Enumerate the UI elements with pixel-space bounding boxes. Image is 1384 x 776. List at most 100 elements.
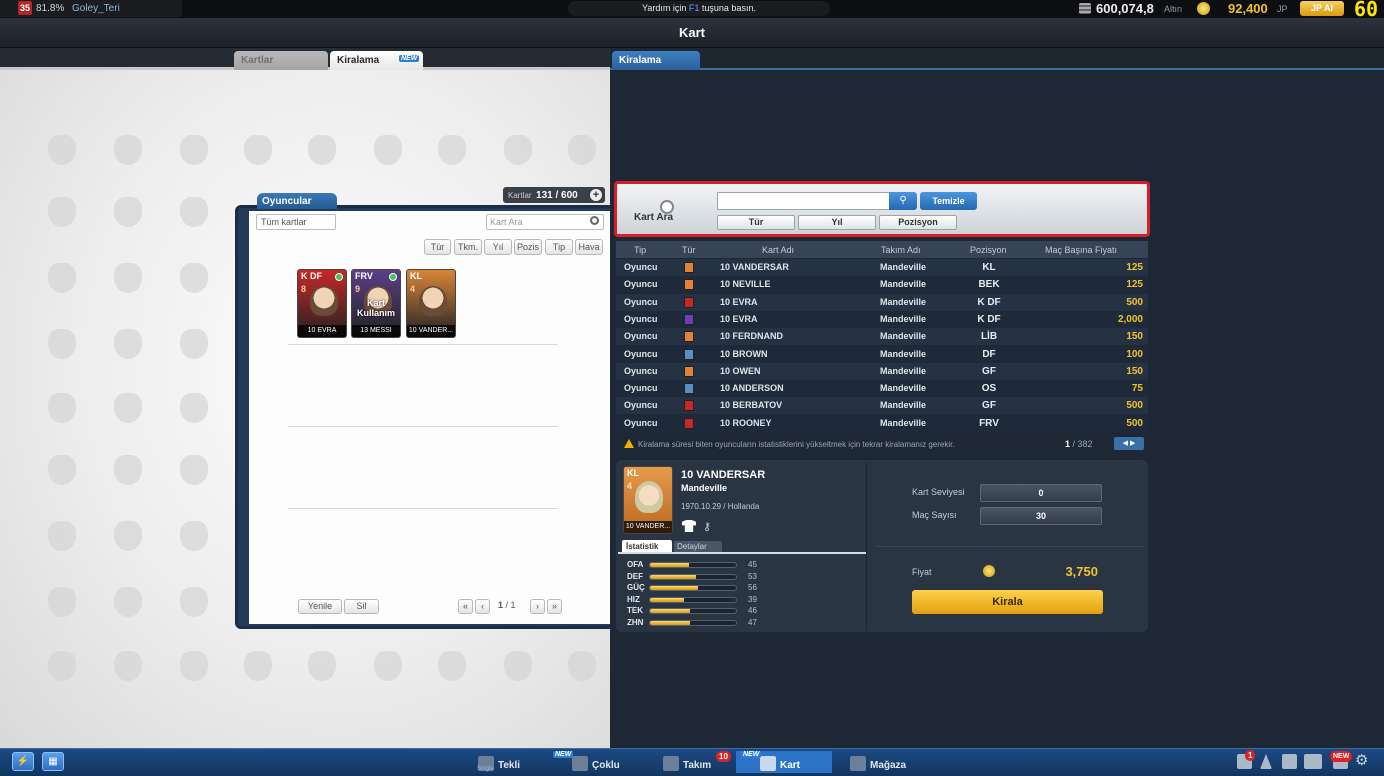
row-position: LİB [980,331,998,343]
divider [288,508,558,509]
rental-row[interactable]: Oyuncu 10 FERDNAND Mandeville LİB 150 [616,328,1148,346]
card-level-field[interactable]: 0 [980,484,1102,502]
row-position: DF [982,348,996,360]
rental-pager-arrows[interactable]: ◀ ▶ [1114,437,1144,450]
tab-cards[interactable]: Kartlar [234,51,328,70]
card-position: KL [410,271,422,281]
club-emblem-icon [114,329,142,359]
search-icon[interactable] [590,216,599,225]
nav-team-label: Takım [683,760,712,771]
stat-bar-fill [650,620,691,625]
next-page-icon[interactable]: › [530,599,545,614]
last-page-icon[interactable]: » [547,599,562,614]
rental-row[interactable]: Oyuncu 10 NEVILLE Mandeville BEK 125 [616,276,1148,294]
new-badge: NEW [741,751,762,758]
nav-team[interactable]: Takım [663,751,711,773]
calendar-icon[interactable]: ▦ [42,752,64,771]
search-button[interactable]: ⚲ [889,192,917,210]
jp-coin-icon [1197,2,1210,15]
sort-button[interactable]: Pozis [514,239,542,255]
nav-shop[interactable]: Mağaza [850,751,906,773]
prev-page-icon[interactable]: ‹ [475,599,490,614]
stat-label: DEF [627,571,643,581]
rental-row[interactable]: Oyuncu 10 EVRA Mandeville K DF 2,000 [616,310,1148,328]
club-emblem-icon [114,197,142,227]
club-emblem-icon [180,135,208,165]
add-slots-button[interactable]: + [590,189,602,201]
club-emblem-icon [180,393,208,423]
stat-label: TEK [627,606,643,615]
lightning-icon[interactable]: ⚡ [12,752,34,771]
header-position[interactable]: Pozisyon [970,245,1007,255]
club-emblem-icon [308,135,336,165]
card-number: 8 [301,284,307,294]
row-team: Mandeville [880,296,927,307]
card-type-dropdown[interactable]: Tüm kartlar [256,214,336,230]
header-type[interactable]: Tip [634,245,646,255]
jp-amount: 92,400 [1228,1,1268,16]
card-search-input[interactable]: Kart Ara [486,214,604,230]
chat-icon[interactable] [1282,754,1297,769]
sort-button[interactable]: Tkm. [454,239,482,255]
row-card-name: 10 ANDERSON [720,383,784,394]
refresh-button[interactable]: Yenile [298,599,342,614]
rental-row[interactable]: Oyuncu 10 VANDERSAR Mandeville KL 125 [616,259,1148,276]
player-card[interactable]: KL 4 10 VANDER... [406,269,456,338]
stat-value: 45 [748,560,757,569]
player-card[interactable]: FRV 9 Kart Kullanım 13 MESSI [351,269,401,338]
club-emblem-icon [180,587,208,617]
header-card-name[interactable]: Kart Adı [762,245,794,255]
rental-row[interactable]: Oyuncu 10 ANDERSON Mandeville OS 75 [616,380,1148,398]
card-name: 13 MESSI [352,325,400,337]
row-price: 500 [1126,296,1143,308]
delete-button[interactable]: Sil [344,599,379,614]
rental-row[interactable]: Oyuncu 10 EVRA Mandeville K DF 500 [616,293,1148,311]
detail-team-name: Mandeville [681,483,728,493]
rental-row[interactable]: Oyuncu 10 ROONEY Mandeville FRV 500 [616,414,1148,432]
header-team-name[interactable]: Takım Adı [881,245,921,255]
player-card[interactable]: K DF 8 10 EVRA [297,269,347,338]
rent-button[interactable]: Kirala [912,590,1103,614]
rental-row[interactable]: Oyuncu 10 BERBATOV Mandeville GF 500 [616,397,1148,415]
club-emblem-icon [114,521,142,551]
nav-card-label: Kart [780,760,801,771]
rental-row[interactable]: Oyuncu 10 BROWN Mandeville DF 100 [616,345,1148,363]
filter-year[interactable]: Yıl [798,215,876,230]
tab-rental[interactable]: Kiralama [612,51,700,70]
match-count-field[interactable]: 30 [980,507,1102,525]
friends-icon[interactable] [1304,754,1322,769]
sort-button[interactable]: Hava [575,239,603,255]
players-window-tab: Oyuncular [257,193,337,209]
username[interactable]: Goley_Teri [72,3,120,14]
club-emblem-icon [180,455,208,485]
nav-multi[interactable]: Çoklu [572,751,620,773]
clear-button[interactable]: Temizle [920,192,977,210]
row-type: Oyuncu [624,279,658,290]
club-emblem-icon [438,651,466,681]
first-page-icon[interactable]: « [458,599,473,614]
sort-button[interactable]: Yıl [484,239,512,255]
new-badge: NEW [553,751,574,758]
header-kind[interactable]: Tür [682,245,696,255]
header-price-per-match[interactable]: Maç Başına Fiyatı [1045,245,1117,255]
rental-row[interactable]: Oyuncu 10 OWEN Mandeville GF 150 [616,362,1148,380]
stat-value: 56 [748,583,757,592]
row-type: Oyuncu [624,313,658,324]
nav-single-label: Tekli [498,760,521,771]
sort-button[interactable]: Tür [424,239,451,255]
row-position: FRV [979,417,999,429]
filter-position[interactable]: Pozisyon [879,215,957,230]
multi-mode-icon [572,756,588,771]
settings-gear-icon[interactable]: ⚙ [1355,751,1368,769]
row-team: Mandeville [880,417,927,428]
stat-label: GÜÇ [627,583,645,592]
stat-value: 46 [748,606,757,615]
row-price: 150 [1126,331,1143,343]
row-type: Oyuncu [624,417,658,428]
filter-type[interactable]: Tür [717,215,795,230]
buy-jp-button[interactable]: JP Al [1300,1,1344,16]
sort-button[interactable]: Tip [545,239,573,255]
window-title: Kart [0,18,1384,48]
player-face [310,286,338,316]
rental-search-input[interactable] [717,192,890,210]
